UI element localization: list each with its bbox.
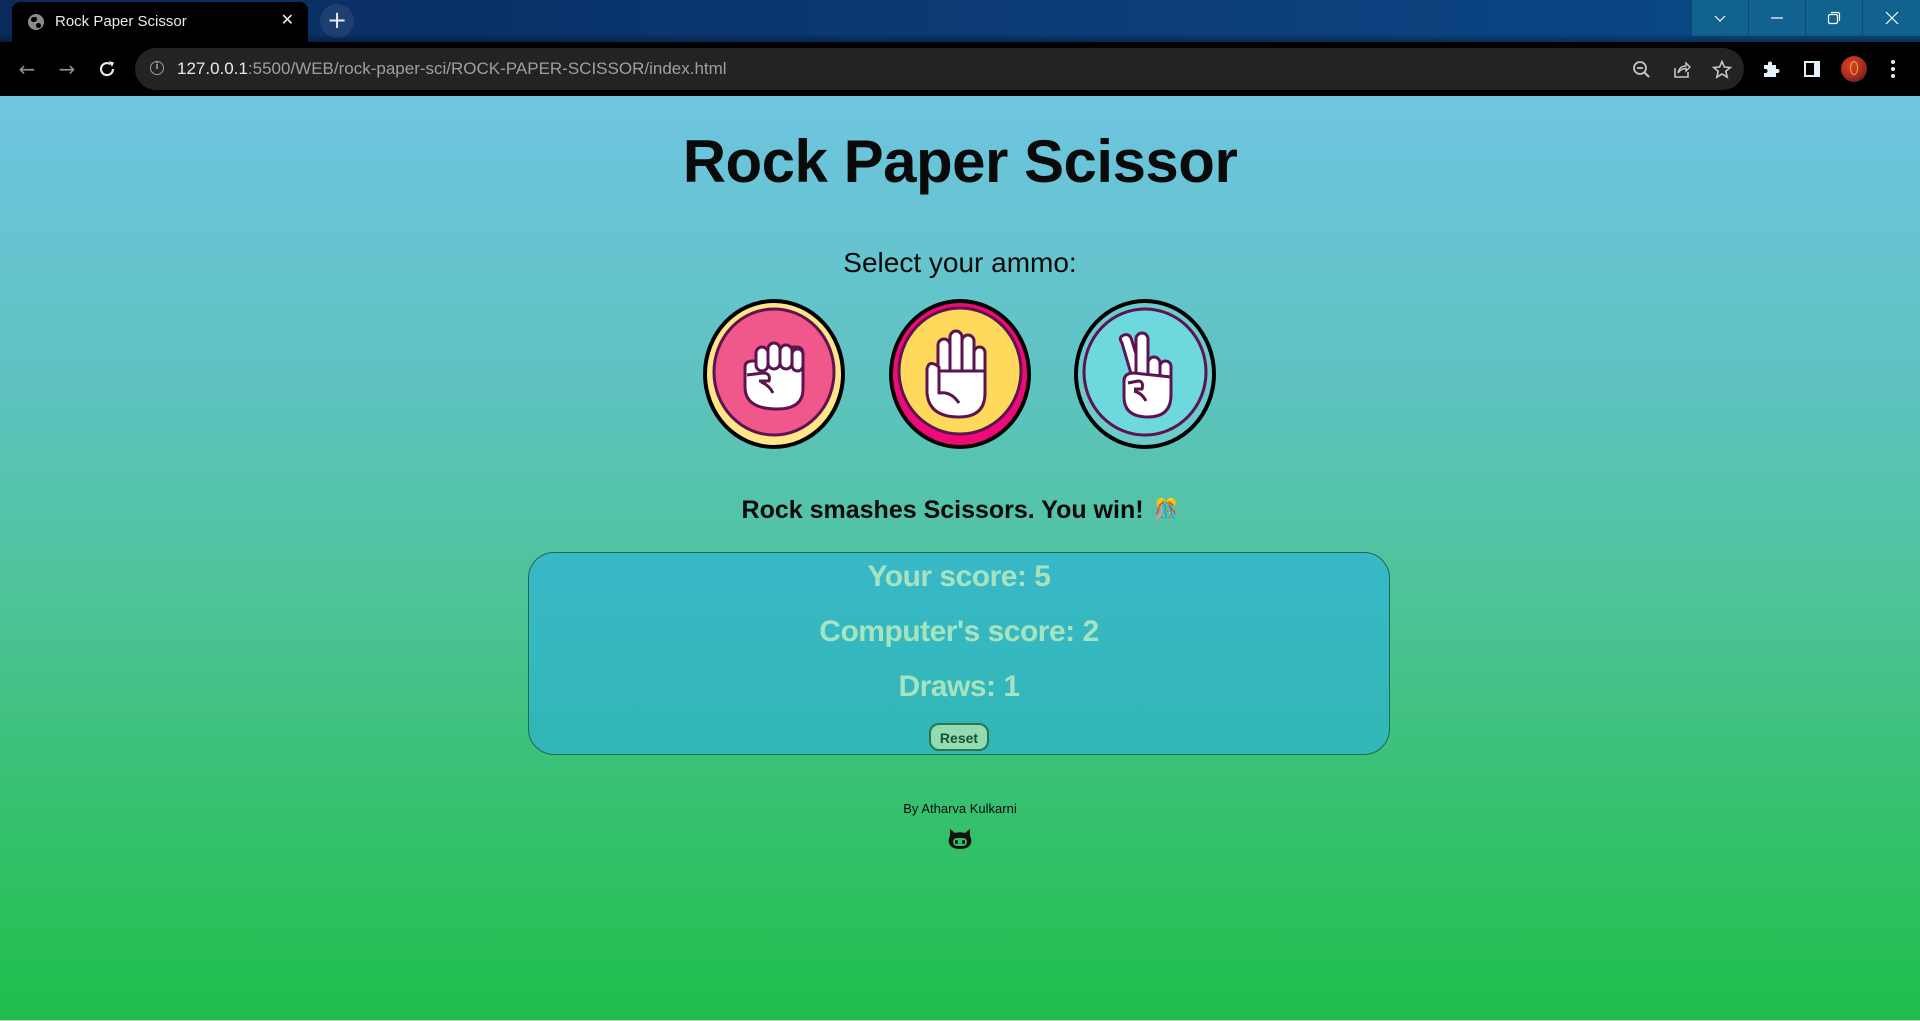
chevron-down-icon xyxy=(1714,15,1726,22)
profile-avatar[interactable] xyxy=(1841,56,1867,82)
browser-toolbar: ← → i 127.0.0.1:5500/WEB/rock-paper-sci/… xyxy=(0,42,1920,96)
browser-title-bar: Rock Paper Scissor ✕ + xyxy=(0,0,1920,42)
forward-button[interactable]: → xyxy=(53,55,81,83)
extensions-icon[interactable] xyxy=(1759,57,1783,81)
paper-button[interactable] xyxy=(887,297,1033,451)
tab-title: Rock Paper Scissor xyxy=(55,13,187,30)
close-icon xyxy=(1885,11,1898,25)
back-button[interactable]: ← xyxy=(13,55,41,83)
side-panel-icon[interactable] xyxy=(1800,57,1824,81)
close-tab-icon[interactable]: ✕ xyxy=(281,10,294,29)
rock-button[interactable] xyxy=(701,297,847,451)
scissors-button[interactable] xyxy=(1072,297,1218,451)
tab-search-button[interactable] xyxy=(1692,0,1748,36)
reload-icon xyxy=(99,61,115,77)
close-window-button[interactable] xyxy=(1863,0,1920,36)
select-ammo-label: Select your ammo: xyxy=(843,247,1077,278)
star-icon[interactable] xyxy=(1711,59,1733,81)
arrow-right-icon: → xyxy=(58,57,76,81)
new-tab-button[interactable]: + xyxy=(320,4,354,38)
share-icon[interactable] xyxy=(1671,59,1693,81)
github-icon[interactable] xyxy=(947,827,973,851)
result-message: Rock smashes Scissors. You win! 🎊 xyxy=(0,496,1920,525)
player-score: Your score: 5 xyxy=(867,560,1051,593)
reset-button[interactable]: Reset xyxy=(929,723,989,751)
scoreboard: Your score: 5 Computer's score: 2 Draws:… xyxy=(528,552,1390,755)
author-credit: By Atharva Kulkarni xyxy=(903,801,1017,816)
draws-count: Draws: 1 xyxy=(898,670,1020,703)
site-info-icon[interactable]: i xyxy=(150,61,164,75)
globe-icon xyxy=(28,14,44,30)
page-title: Rock Paper Scissor xyxy=(682,128,1238,195)
minimize-icon xyxy=(1771,17,1783,19)
restore-icon xyxy=(1827,11,1841,25)
peace-hand-icon xyxy=(1074,299,1216,449)
open-hand-icon xyxy=(889,299,1031,449)
confetti-emoji-icon: 🎊 xyxy=(1153,499,1179,521)
reload-button[interactable] xyxy=(93,55,121,83)
menu-icon[interactable] xyxy=(1881,57,1905,81)
zoom-out-icon[interactable] xyxy=(1631,59,1653,81)
result-text: Rock smashes Scissors. You win! xyxy=(741,496,1144,524)
address-bar[interactable]: i 127.0.0.1:5500/WEB/rock-paper-sci/ROCK… xyxy=(135,48,1744,90)
arrow-left-icon: ← xyxy=(18,57,36,81)
browser-tab[interactable]: Rock Paper Scissor ✕ xyxy=(12,2,308,42)
restore-button[interactable] xyxy=(1806,0,1862,36)
computer-score: Computer's score: 2 xyxy=(819,615,1099,648)
minimize-button[interactable] xyxy=(1749,0,1805,36)
fist-icon xyxy=(703,299,845,449)
url-text[interactable]: 127.0.0.1:5500/WEB/rock-paper-sci/ROCK-P… xyxy=(177,59,727,79)
page-viewport: Rock Paper Scissor Select your ammo: Roc… xyxy=(0,96,1920,1020)
